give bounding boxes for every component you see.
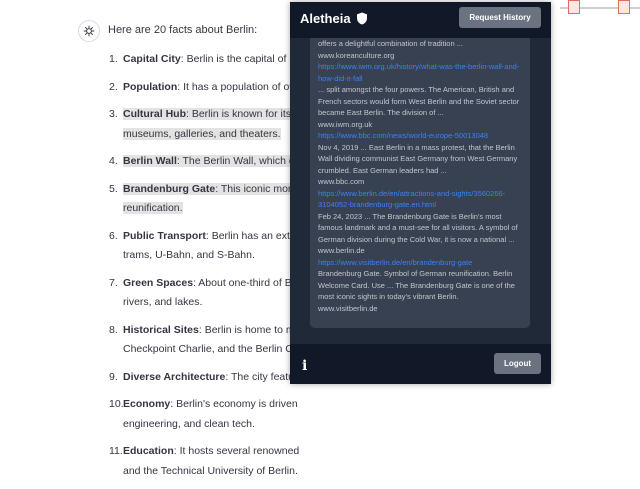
fact-number: 8. <box>109 323 118 336</box>
result-snippet: ... split amongst the four powers. The A… <box>318 85 520 117</box>
fact-item: 5. Brandenburg Gate: This iconic monum reu… <box>109 180 309 219</box>
request-history-button[interactable]: Request History <box>459 7 541 28</box>
fact-text: Population: It has a population of ove <box>123 81 300 93</box>
fact-description: : Berlin is home to mar <box>198 323 304 336</box>
fact-description: : Berlin is the capital of Ge <box>180 53 304 65</box>
fact-item: 9. Diverse Architecture: The city feature <box>109 368 309 388</box>
info-icon[interactable]: i <box>302 358 307 374</box>
result-snippet: www.koreanculture.org <box>318 50 395 60</box>
logout-button[interactable]: Logout <box>494 353 541 374</box>
fact-item: 8. Historical Sites: Berlin is home to ma… <box>109 321 309 360</box>
fact-text: Capital City: Berlin is the capital of G… <box>123 53 303 65</box>
fact-text: Education: It hosts several renowned <box>123 445 299 457</box>
assistant-avatar-icon <box>78 20 100 42</box>
fact-number: 9. <box>109 370 118 383</box>
result-snippet: www.berlin.de <box>318 246 365 255</box>
fact-description: : About one-third of Be <box>193 276 298 289</box>
fact-title: Population <box>123 80 178 93</box>
toolbar-edge <box>560 0 640 16</box>
popup-footer: i Logout <box>290 344 551 384</box>
fact-number: 1. <box>109 53 118 65</box>
fact-description: : Berlin is known for its v <box>186 108 300 120</box>
fact-number: 10. <box>109 398 124 410</box>
fact-text: Berlin Wall: The Berlin Wall, which div <box>123 155 303 167</box>
search-results-list: offers a delightful combination of tradi… <box>318 38 526 314</box>
assistant-intro: Here are 20 facts about Berlin: <box>108 24 258 36</box>
fact-description: : The Berlin Wall, which div <box>176 155 303 167</box>
brand: Aletheia <box>300 11 368 26</box>
fact-item: 4. Berlin Wall: The Berlin Wall, which di… <box>109 152 309 172</box>
fact-title: Historical Sites <box>123 323 199 336</box>
fact-title: Berlin Wall <box>123 155 177 167</box>
fact-title: Diverse Architecture <box>123 370 226 383</box>
result-snippet: Brandenburg Gate. Symbol of German reuni… <box>318 269 515 301</box>
fact-continuation: museums, galleries, and theaters. <box>123 127 281 140</box>
fact-item: 10. Economy: Berlin's economy is driven en… <box>109 395 309 434</box>
fact-number: 3. <box>109 108 118 120</box>
fact-number: 5. <box>109 182 118 195</box>
fact-number: 11. <box>109 445 123 457</box>
fact-item: 3. Cultural Hub: Berlin is known for its … <box>109 105 309 144</box>
fact-item: 1. Capital City: Berlin is the capital of… <box>109 50 309 70</box>
fact-continuation: and the Technical University of Berlin. <box>123 464 298 477</box>
fact-title: Brandenburg Gate <box>123 182 216 195</box>
fact-text: Brandenburg Gate: This iconic monum <box>123 182 309 195</box>
fact-item: 7. Green Spaces: About one-third of Be riv… <box>109 274 309 313</box>
fact-title: Public Transport <box>123 229 206 242</box>
aletheia-popup: Aletheia Request History offers a deligh… <box>290 2 551 384</box>
result-snippet: Nov 4, 2019 ... East Berlin in a mass pr… <box>318 142 518 175</box>
result-snippet: offers a delightful combination of tradi… <box>318 39 463 48</box>
fact-title: Cultural Hub <box>123 108 186 120</box>
extension-pin-icon[interactable] <box>568 0 580 14</box>
fact-text: Public Transport: Berlin has an extens <box>123 230 307 242</box>
result-snippet: www.bbc.com <box>318 177 365 186</box>
fact-text: Cultural Hub: Berlin is known for its v <box>123 108 300 120</box>
extension-pin-icon[interactable] <box>618 0 630 14</box>
fact-number: 7. <box>109 276 118 289</box>
result-snippet: Feb 24, 2023 ... The Brandenburg Gate is… <box>318 211 518 244</box>
fact-text: Diverse Architecture: The city feature <box>123 371 303 383</box>
brand-name: Aletheia <box>300 11 351 26</box>
fact-description: : It hosts several renowned <box>173 445 300 457</box>
result-snippet: www.iwm.org.uk <box>318 119 373 129</box>
popup-header: Aletheia Request History <box>290 2 551 38</box>
fact-text: Historical Sites: Berlin is home to mar <box>123 324 304 336</box>
result-snippet: www.visitberlin.de <box>318 303 378 313</box>
fact-item: 6. Public Transport: Berlin has an extens… <box>109 227 309 266</box>
fact-title: Green Spaces <box>123 276 194 289</box>
fact-number: 4. <box>109 155 118 167</box>
fact-continuation: trams, U-Bahn, and S-Bahn. <box>123 249 255 261</box>
fact-number: 6. <box>109 229 118 242</box>
fact-continuation: Checkpoint Charlie, and the Berlin Ca <box>123 343 299 355</box>
fact-description: : It has a population of ove <box>177 80 301 93</box>
fact-continuation: engineering, and clean tech. <box>123 417 255 430</box>
result-link[interactable]: https://www.berlin.de/en/attractions-and… <box>318 188 526 211</box>
fact-title: Capital City <box>123 53 181 65</box>
fact-text: Green Spaces: About one-third of Be <box>123 277 298 289</box>
result-link[interactable]: https://www.visitberlin.de/en/brandenbur… <box>318 257 526 269</box>
fact-continuation: rivers, and lakes. <box>123 296 203 308</box>
result-link[interactable]: https://www.bbc.com/news/world-europe-50… <box>318 130 526 142</box>
fact-item: 2. Population: It has a population of ove <box>109 78 309 98</box>
search-results-panel[interactable]: offers a delightful combination of tradi… <box>310 38 530 328</box>
result-link[interactable]: https://www.iwm.org.uk/history/what-was-… <box>318 61 526 84</box>
fact-number: 2. <box>109 80 118 93</box>
shield-icon <box>356 12 367 25</box>
facts-list: 1. Capital City: Berlin is the capital of… <box>109 50 309 489</box>
fact-title: Education <box>123 445 174 457</box>
fact-item: 11. Education: It hosts several renowned a… <box>109 442 309 481</box>
fact-continuation: reunification. <box>123 202 183 214</box>
